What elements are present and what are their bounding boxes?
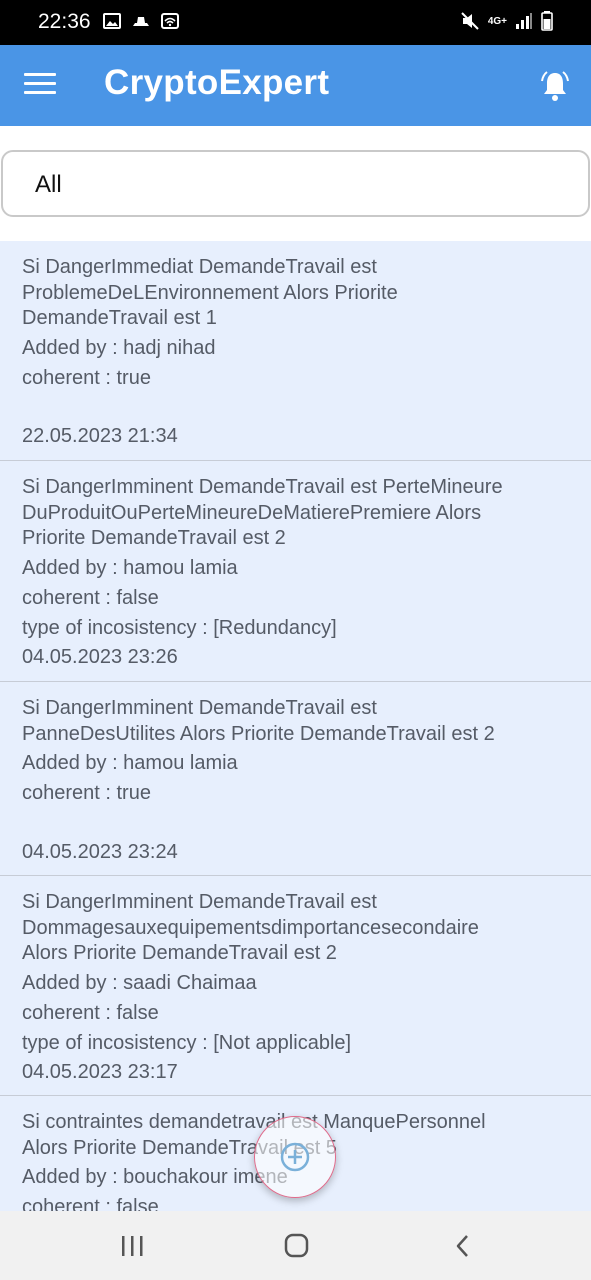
rule-coherent: coherent : false — [22, 587, 159, 609]
notification-bell-icon[interactable] — [539, 69, 571, 103]
image-icon — [103, 13, 121, 29]
rules-list[interactable]: Si DangerImmediat DemandeTravail est Pro… — [0, 241, 591, 1211]
signal-icon — [516, 13, 532, 29]
rule-text-line: Priorite DemandeTravail est 2 — [22, 527, 286, 549]
rule-author: Added by : hadj nihad — [22, 337, 216, 359]
filter-section: All — [0, 126, 591, 241]
rule-text-line: Dommagesauxequipementsdimportanceseconda… — [22, 917, 479, 939]
rule-coherent: coherent : false — [22, 1196, 159, 1211]
status-time: 22:36 — [38, 10, 91, 33]
mute-icon — [461, 12, 479, 30]
rule-date: 22.05.2023 21:34 — [22, 425, 178, 447]
rule-card[interactable]: Si DangerImminent DemandeTravail est Per… — [0, 461, 591, 682]
add-circle-icon — [280, 1142, 310, 1172]
hat-icon — [133, 17, 149, 26]
add-rule-button[interactable] — [254, 1116, 336, 1198]
rule-text-line: Alors Priorite DemandeTravail est 2 — [22, 942, 337, 964]
rule-date: 04.05.2023 23:17 — [22, 1061, 178, 1083]
status-bar: 22:36 4G+ — [0, 0, 591, 45]
rule-text-line: DemandeTravail est 1 — [22, 307, 217, 329]
4g-icon: 4G+ — [487, 15, 507, 27]
rule-text-line: DuProduitOuPerteMineureDeMatierePremiere… — [22, 502, 482, 524]
rule-coherent: coherent : false — [22, 1002, 159, 1024]
rule-date: 04.05.2023 23:24 — [22, 841, 178, 863]
rule-text-line: Si DangerImmediat DemandeTravail est — [22, 256, 377, 278]
app-bar: CryptoExpert — [0, 45, 591, 126]
rule-inconsistency: type of incosistency : [Redundancy] — [22, 617, 337, 639]
rule-date: 04.05.2023 23:26 — [22, 646, 178, 668]
battery-icon — [541, 11, 553, 31]
rule-text-line: Si DangerImminent DemandeTravail est — [22, 697, 377, 719]
rule-card[interactable]: Si DangerImminent DemandeTravail est Dom… — [0, 876, 591, 1096]
wifi-icon — [161, 13, 179, 29]
home-icon[interactable] — [276, 1231, 316, 1261]
menu-icon[interactable] — [24, 73, 56, 99]
rule-author: Added by : saadi Chaimaa — [22, 972, 257, 994]
rule-author: Added by : bouchakour imene — [22, 1166, 288, 1188]
rule-text-line: Si DangerImminent DemandeTravail est — [22, 891, 377, 913]
back-icon[interactable] — [443, 1231, 483, 1261]
rule-card[interactable]: Si DangerImminent DemandeTravail est Pan… — [0, 682, 591, 876]
rule-author: Added by : hamou lamia — [22, 557, 238, 579]
rule-inconsistency: type of incosistency : [Not applicable] — [22, 1032, 352, 1054]
rule-text-line: PanneDesUtilites Alors Priorite DemandeT… — [22, 723, 495, 745]
filter-selected-value: All — [35, 171, 62, 198]
rule-coherent: coherent : true — [22, 782, 151, 804]
filter-dropdown[interactable]: All — [1, 150, 590, 217]
system-nav-bar — [0, 1211, 591, 1280]
rule-card[interactable]: Si DangerImmediat DemandeTravail est Pro… — [0, 241, 591, 461]
recent-apps-icon[interactable] — [112, 1231, 152, 1261]
rule-text-line: Si DangerImminent DemandeTravail est Per… — [22, 476, 503, 498]
rule-coherent: coherent : true — [22, 367, 151, 389]
rule-author: Added by : hamou lamia — [22, 752, 238, 774]
rule-text-line: ProblemeDeLEnvironnement Alors Priorite — [22, 282, 398, 304]
app-title: CryptoExpert — [104, 63, 330, 102]
rule-text-line: Si contraintes demandetravail est Manque… — [22, 1111, 486, 1133]
